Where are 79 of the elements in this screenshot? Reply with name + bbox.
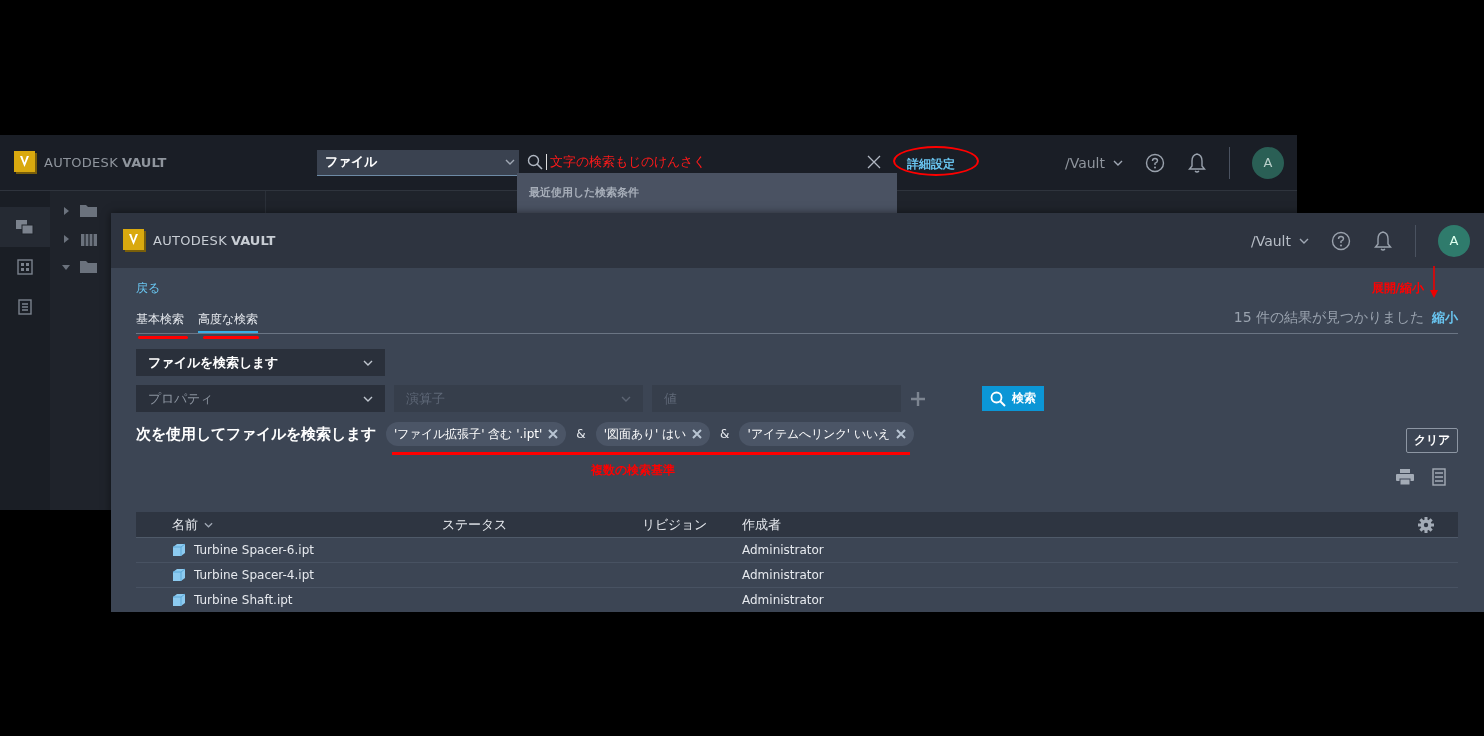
search-icon [990,390,1006,407]
column-settings-icon[interactable] [1432,468,1446,486]
criteria-chip: 'ファイル拡張子' 含む '.ipt' [386,422,567,446]
chevron-icon [505,159,516,165]
settings-icon[interactable] [1418,516,1434,533]
user-avatar[interactable]: A [1438,224,1470,257]
annotation-note: 展開/縮小 [1371,280,1424,297]
collapsed-caret-icon[interactable] [62,207,70,215]
column-header[interactable]: リビジョン [642,515,742,534]
open-folder-icon [80,260,98,274]
criteria-label: 次を使用してファイルを検索します [136,424,376,444]
help-icon[interactable] [1331,230,1351,251]
table-row[interactable]: Turbine Spacer-4.ipt Administrator [136,563,1458,588]
advanced-settings-link[interactable]: 詳細設定 [907,156,956,171]
remove-icon[interactable] [895,429,906,439]
back-link[interactable]: 戻る [136,280,160,297]
table-cell-text: Administrator [742,543,825,557]
chevron-icon [1299,237,1309,244]
annotation-underline [203,336,259,339]
file-name: Turbine Spacer-6.ipt [194,543,314,557]
notification-bell-icon[interactable] [1373,229,1393,252]
expanded-caret-icon[interactable] [62,263,70,271]
files-icon [16,219,34,235]
chevron-icon [363,359,373,366]
criteria-chip: '図面あり' はい [595,422,711,446]
part-file-icon [172,593,186,607]
property-dropdown[interactable]: プロパティ [136,385,385,412]
folder-icon [80,204,98,218]
result-count: 15 件の結果が見つかりました [1233,309,1424,327]
vault-menu[interactable]: /Vault [1250,232,1309,249]
remove-icon[interactable] [692,429,703,439]
brand-name: AUTODESK [153,233,227,248]
column-header[interactable]: 名前 [136,515,442,534]
brand-name: AUTODESK [44,155,118,170]
chevron-icon [1113,159,1123,166]
table-cell-text: Administrator [742,593,825,607]
help-icon[interactable] [1145,152,1165,173]
print-icon[interactable] [1396,469,1414,485]
tab[interactable]: 高度な検索 [198,311,258,333]
clear-button[interactable]: クリア [1406,427,1458,453]
part-file-icon [172,568,186,582]
notification-bell-icon[interactable] [1187,151,1207,174]
search-icon [527,154,544,170]
table-row[interactable]: Turbine Spacer-6.ipt Administrator [136,538,1458,563]
sidebar-item[interactable] [0,207,50,247]
vault-logo-icon [123,228,147,253]
joiner-text: & [720,427,730,441]
product-name: VAULT [231,233,276,248]
list-icon [18,299,32,315]
annotation-note: 複数の検索基準 [591,462,675,479]
user-avatar[interactable]: A [1252,146,1284,179]
criteria-chip: 'アイテムへリンク' いいえ [739,422,914,446]
vault-menu[interactable]: /Vault [1064,154,1123,171]
column-header[interactable]: 作成者 [742,515,1042,534]
annotation-underline [138,336,188,339]
product-name: VAULT [122,155,167,170]
sort-chevron-icon [204,521,213,528]
collapsed-caret-icon[interactable] [62,235,70,243]
table-row[interactable]: Turbine Shaft.ipt Administrator [136,588,1458,612]
annotation-arrow [1430,266,1438,298]
part-file-icon [172,543,186,557]
tab[interactable]: 基本検索 [136,311,184,333]
table-cell-text: Administrator [742,568,825,582]
collapse-link[interactable]: 縮小 [1432,309,1458,327]
grid-icon [17,259,33,275]
add-icon[interactable] [911,391,925,406]
search-type-dropdown[interactable]: ファイルを検索します [136,349,385,376]
remove-icon[interactable] [548,429,559,439]
joiner-text: & [576,427,586,441]
search-scope-dropdown[interactable]: ファイル [317,149,520,176]
chevron-icon [363,395,373,402]
clear-icon[interactable] [867,155,882,169]
library-icon [80,231,98,247]
file-name: Turbine Shaft.ipt [194,593,293,607]
recent-searches-heading: 最近使用した検索条件 [529,186,640,199]
file-name: Turbine Spacer-4.ipt [194,568,314,582]
column-header[interactable]: ステータス [442,515,642,534]
vault-logo-icon [14,150,38,175]
chevron-icon [621,395,631,402]
